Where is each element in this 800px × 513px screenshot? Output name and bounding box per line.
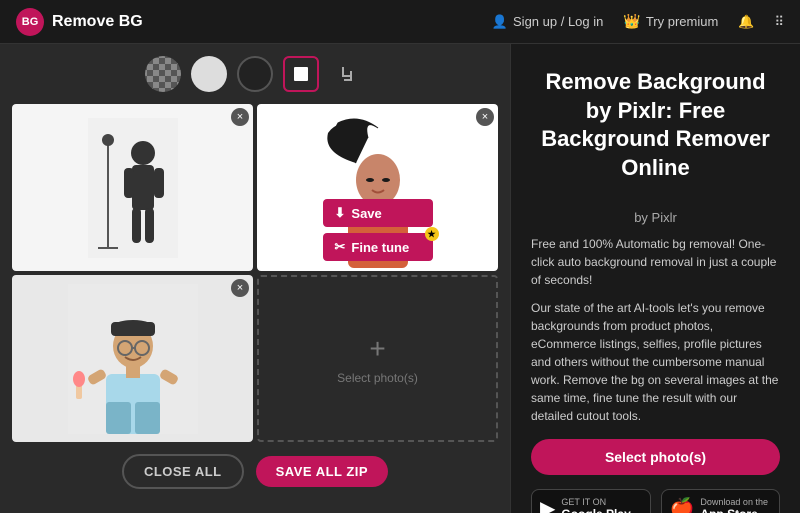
description-2: Our state of the art AI-tools let's you … <box>531 299 780 425</box>
crop-button[interactable] <box>329 56 365 92</box>
bell-icon: 🔔 <box>738 14 754 30</box>
left-panel: × × <box>0 44 510 513</box>
by-pixlr-label: by Pixlr <box>531 210 780 225</box>
google-play-button[interactable]: ▶ GET IT ON Google Play <box>531 489 651 513</box>
save-all-zip-button[interactable]: SAVE ALL ZIP <box>256 456 388 487</box>
square-icon <box>292 65 310 83</box>
scissors-icon: ✂ <box>335 239 346 255</box>
background-toolbar <box>145 56 365 92</box>
add-photo-label: Select photo(s) <box>337 371 418 385</box>
right-panel: Remove Background by Pixlr: Free Backgro… <box>510 44 800 513</box>
person-mic-image <box>88 118 178 258</box>
premium-button[interactable]: 👑 Try premium <box>623 13 718 30</box>
app-title: Remove BG <box>52 13 143 31</box>
header-nav: 👤 Sign up / Log in 👑 Try premium 🔔 ⠿ <box>492 13 784 30</box>
square-bg-button[interactable] <box>283 56 319 92</box>
checkered-bg-button[interactable] <box>145 56 181 92</box>
image-overlay-buttons: ⬇ Save ✂ Fine tune ★ <box>323 199 433 261</box>
user-icon: 👤 <box>492 14 508 30</box>
image-cell-1: × <box>12 104 253 271</box>
fine-tune-badge: ★ <box>425 227 439 241</box>
store-buttons: ▶ GET IT ON Google Play 🍎 Download on th… <box>531 489 780 513</box>
google-play-large-text: Google Play <box>561 507 630 513</box>
image-cell-3: × <box>12 275 253 442</box>
signup-link[interactable]: 👤 Sign up / Log in <box>492 14 604 30</box>
app-store-large-text: App Store <box>700 507 768 513</box>
image-grid: × × <box>12 104 498 442</box>
app-store-button[interactable]: 🍎 Download on the App Store <box>661 489 781 513</box>
app-store-small-text: Download on the <box>700 497 768 507</box>
grid-menu-button[interactable]: ⠿ <box>774 14 784 30</box>
white-bg-button[interactable] <box>191 56 227 92</box>
close-image-3-button[interactable]: × <box>231 279 249 297</box>
header-left: BG Remove BG <box>16 8 143 36</box>
select-photos-button[interactable]: Select photo(s) <box>531 439 780 475</box>
crop-icon <box>338 65 356 83</box>
google-play-small-text: GET IT ON <box>561 497 630 507</box>
save-button[interactable]: ⬇ Save <box>323 199 433 227</box>
close-image-1-button[interactable]: × <box>231 108 249 126</box>
crown-icon: 👑 <box>623 13 640 30</box>
logo: BG <box>16 8 44 36</box>
person-cap-image <box>68 284 198 434</box>
black-bg-button[interactable] <box>237 56 273 92</box>
add-photo-cell[interactable]: + Select photo(s) <box>257 275 498 442</box>
panel-title: Remove Background by Pixlr: Free Backgro… <box>531 68 780 182</box>
fine-tune-button[interactable]: ✂ Fine tune ★ <box>323 233 433 261</box>
close-all-button[interactable]: CLOSE ALL <box>122 454 244 489</box>
grid-icon: ⠿ <box>774 14 784 30</box>
google-play-icon: ▶ <box>540 496 555 513</box>
header: BG Remove BG 👤 Sign up / Log in 👑 Try pr… <box>0 0 800 44</box>
apple-icon: 🍎 <box>670 496 695 513</box>
bottom-action-bar: CLOSE ALL SAVE ALL ZIP <box>110 442 400 501</box>
description-1: Free and 100% Automatic bg removal! One-… <box>531 235 780 289</box>
main-content: × × <box>0 44 800 513</box>
close-image-2-button[interactable]: × <box>476 108 494 126</box>
download-icon: ⬇ <box>335 205 346 221</box>
add-icon: + <box>369 333 385 365</box>
image-cell-2: × <box>257 104 498 271</box>
notification-button[interactable]: 🔔 <box>738 14 754 30</box>
